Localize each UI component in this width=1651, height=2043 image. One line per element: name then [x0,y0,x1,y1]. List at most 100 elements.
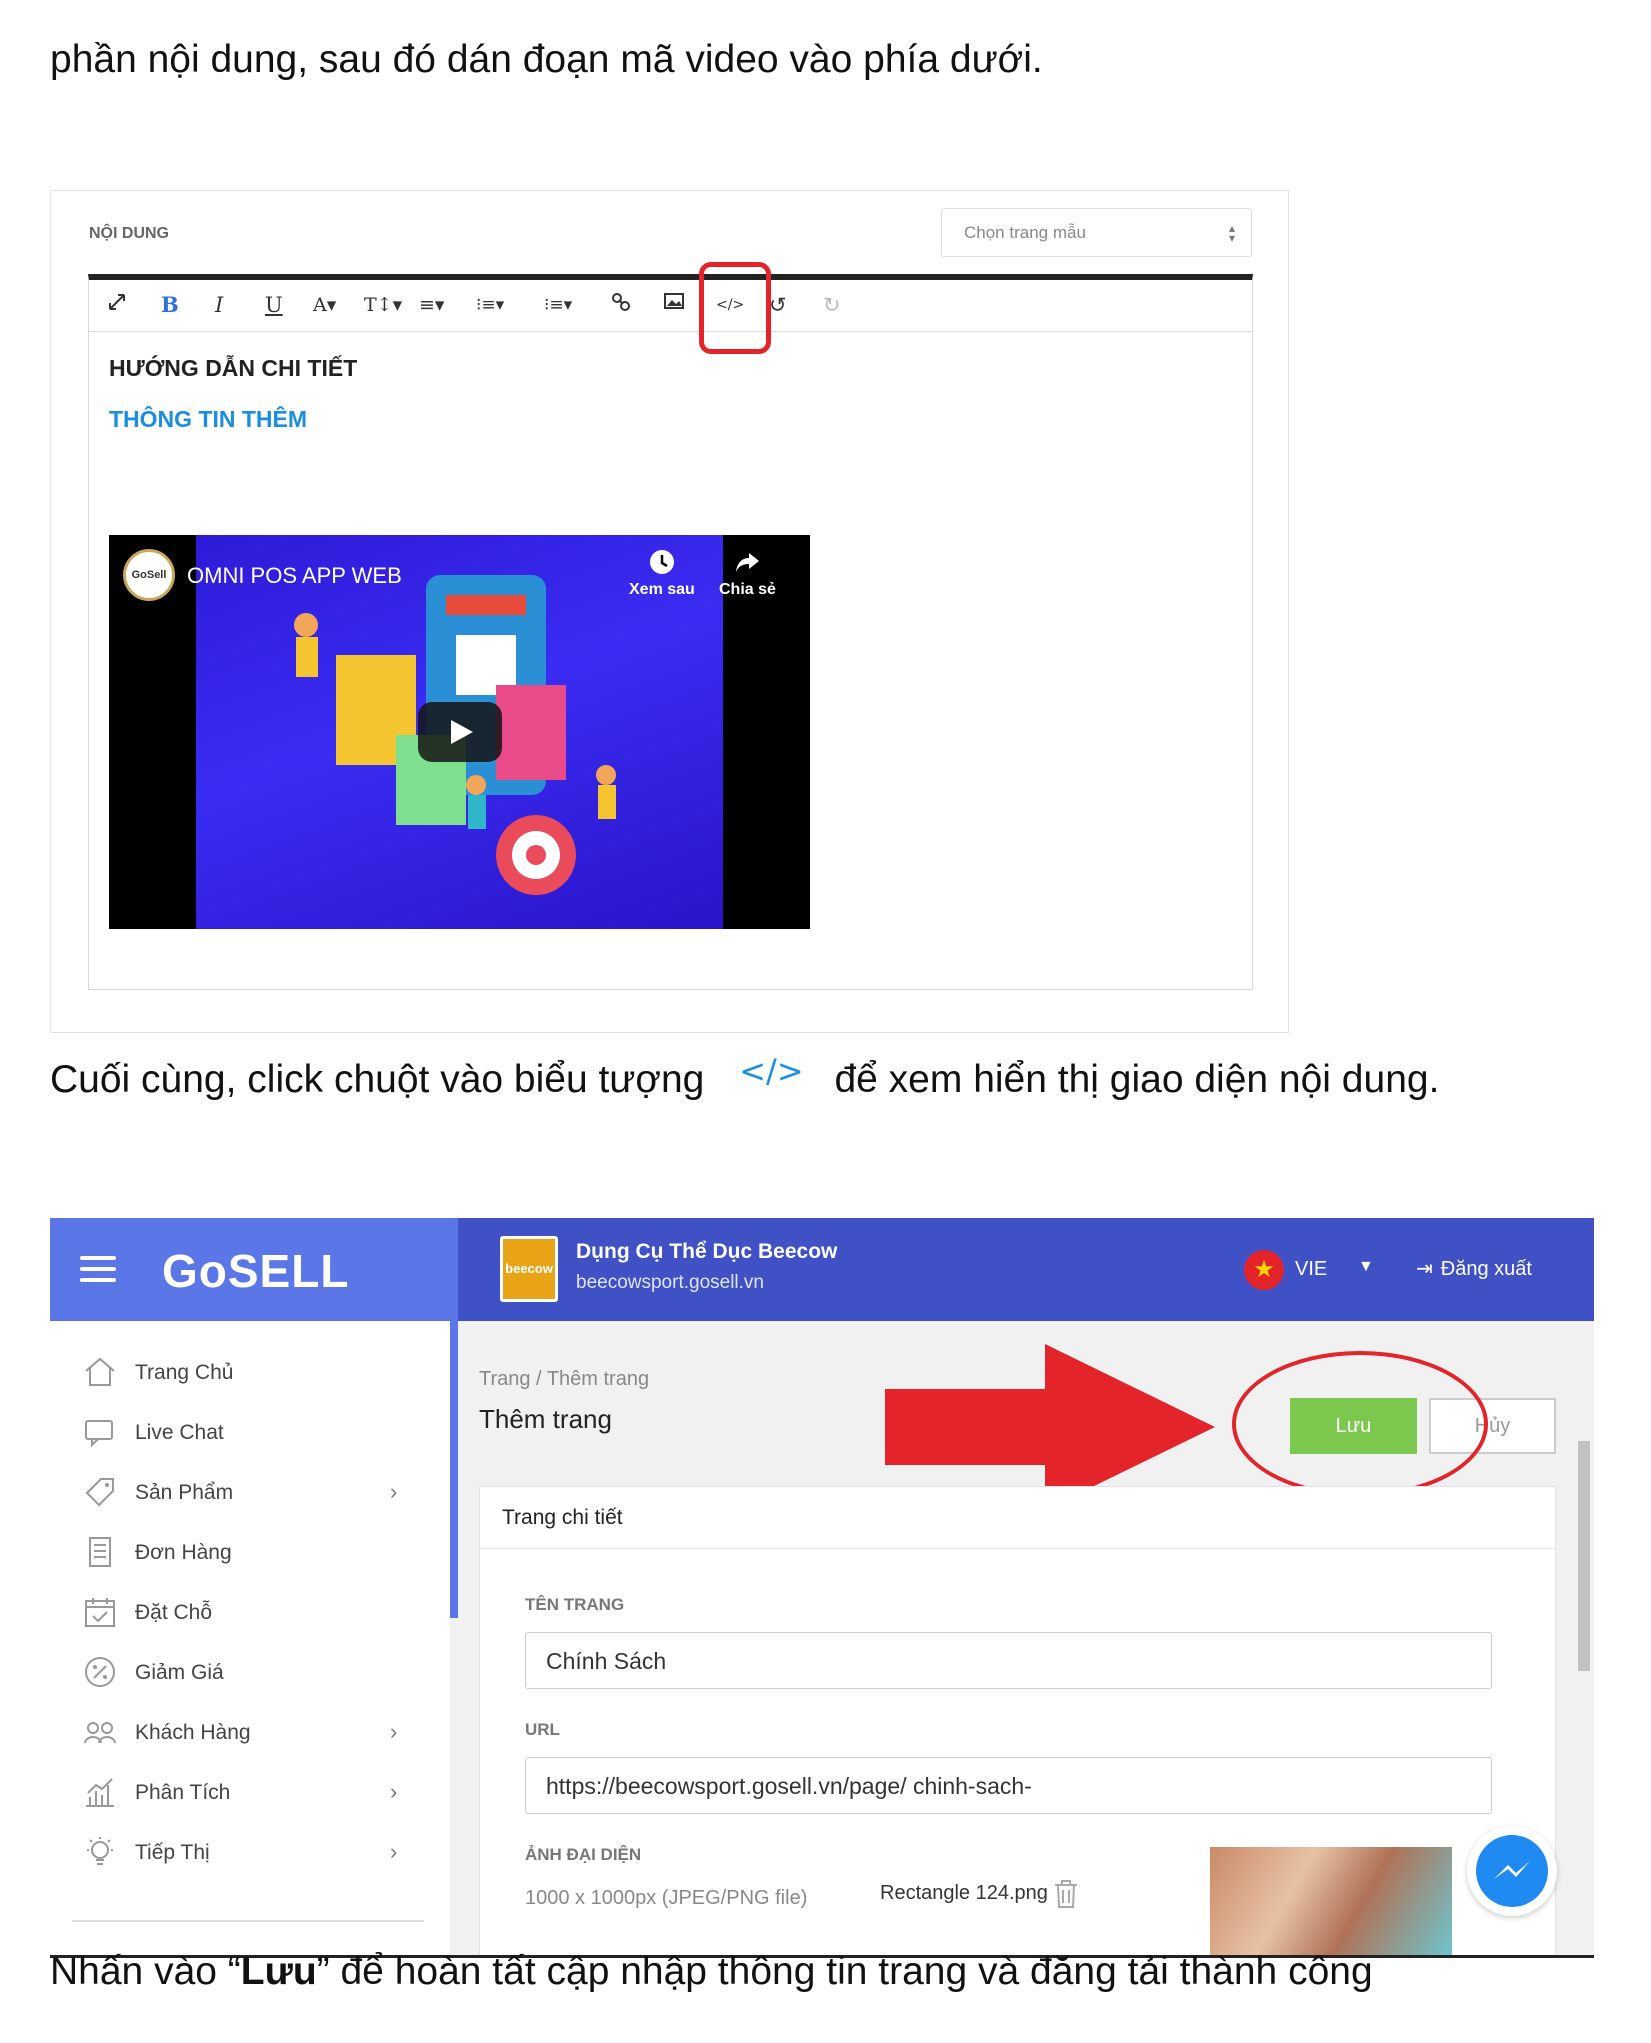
watch-later-button[interactable]: Xem sau [629,549,695,599]
more-info-link[interactable]: THÔNG TIN THÊM [109,406,357,433]
final-step-paragraph: Cuối cùng, click chuột vào biểu tượng </… [50,1052,1440,1102]
code-button-highlight [699,262,771,354]
save-step-text-before: Nhấn vào “ [50,1950,241,1993]
store-logo: beecow [500,1236,558,1302]
featured-image-thumbnail [1210,1847,1452,1955]
sidebar-item[interactable]: Đơn Hàng [50,1523,450,1583]
detail-heading: HƯỚNG DẪN CHI TIẾT [109,355,358,381]
sidebar-item[interactable]: Tiếp Thị › [50,1823,450,1883]
font-size-button[interactable]: T↕▾ [364,292,402,318]
sidebar-item-label: Tiếp Thị [135,1841,210,1864]
undo-icon[interactable]: ↺ [769,292,787,318]
editor-body[interactable]: HƯỚNG DẪN CHI TIẾT THÔNG TIN THÊM [109,355,357,433]
italic-button[interactable]: I [215,292,223,318]
watch-later-label: Xem sau [629,581,695,598]
discount-icon [83,1655,117,1689]
trash-icon[interactable] [1053,1879,1079,1914]
editor-toolbar: B I U A▾ T↕▾ ≡▾ ⁝≡▾ ⁝≡▾ </> ↺ ↻ [89,262,1252,354]
sidebar-divider [72,1920,424,1922]
sidebar-item[interactable]: Giảm Giá [50,1643,450,1703]
page-title: Thêm trang [479,1404,612,1434]
final-step-text-after: để xem hiển thị giao diện nội dung. [834,1058,1440,1101]
scrollbar-thumb[interactable] [1578,1441,1590,1671]
channel-logo: GoSell [123,549,175,601]
ordered-list-button[interactable]: ⁝≡▾ [476,292,504,318]
share-button[interactable]: Chia sẻ [719,549,776,599]
chevron-down-icon[interactable]: ▼ [1358,1258,1374,1276]
scrollbar[interactable] [1576,1321,1594,1955]
analytics-icon [83,1775,117,1809]
sidebar-item[interactable]: Khách Hàng › [50,1703,450,1763]
share-label: Chia sẻ [719,581,776,598]
logout-label: Đăng xuất [1440,1258,1532,1280]
select-arrows-icon: ▴ ▾ [1228,221,1235,245]
order-icon [83,1535,117,1569]
save-step-bold: Lưu [240,1950,317,1993]
sidebar-item-label: Khách Hàng [135,1721,251,1744]
store-url[interactable]: beecowsport.gosell.vn [576,1272,764,1294]
sidebar-item[interactable]: Phân Tích › [50,1763,450,1823]
marketing-icon [83,1835,117,1869]
bold-button[interactable]: B [161,292,179,318]
card-header: Trang chi tiết [480,1487,1555,1549]
store-name: Dụng Cụ Thể Dục Beecow [576,1240,838,1263]
chevron-right-icon: › [390,1779,398,1804]
page-name-label: TÊN TRANG [525,1595,625,1614]
gosell-logo: GoSELL [162,1245,350,1297]
url-input[interactable]: https://beecowsport.gosell.vn/page/ chin… [525,1757,1492,1814]
template-select[interactable]: Chọn trang mẫu ▴ ▾ [941,208,1252,257]
link-icon[interactable] [611,292,631,318]
sidebar-item-label: Đơn Hàng [135,1541,232,1564]
video-title[interactable]: OMNI POS APP WEB [187,563,402,589]
fullscreen-icon[interactable] [107,292,127,318]
chevron-right-icon: › [390,1479,398,1504]
logout-icon: ⇥ [1416,1258,1433,1280]
sidebar-item[interactable]: Sản Phẩm › [50,1463,450,1523]
language-selector[interactable]: VIE [1295,1258,1327,1281]
save-button-highlight [1232,1351,1488,1497]
chevron-right-icon: › [390,1719,398,1744]
align-button[interactable]: ≡▾ [419,292,444,318]
sidebar-item-label: Phân Tích [135,1781,231,1804]
messenger-icon[interactable] [1467,1826,1557,1916]
brand-bar: GoSELL [50,1218,458,1321]
image-icon[interactable] [664,292,684,318]
sidebar-item-label: Sản Phẩm [135,1481,234,1504]
bullet-list-button[interactable]: ⁝≡▾ [544,292,572,318]
page-detail-card: Trang chi tiết TÊN TRANG Chính Sách URL … [479,1486,1556,1955]
chat-icon [83,1415,117,1449]
underline-button[interactable]: U [265,292,283,318]
tag-icon [83,1475,117,1509]
chevron-right-icon: › [390,1839,398,1864]
image-label: ẢNH ĐẠI DIỆN [525,1845,642,1864]
sidebar-item[interactable]: Đặt Chỗ [50,1583,450,1643]
logout-button[interactable]: ⇥ Đăng xuất [1416,1256,1532,1281]
sidebar-item-label: Đặt Chỗ [135,1601,213,1624]
sidebar-item[interactable]: Trang Chủ [50,1343,450,1403]
page-name-input[interactable]: Chính Sách [525,1632,1492,1689]
play-icon[interactable] [418,702,502,762]
rich-text-editor: B I U A▾ T↕▾ ≡▾ ⁝≡▾ ⁝≡▾ </> ↺ ↻ HƯỚNG DẪ… [88,262,1253,990]
font-color-button[interactable]: A▾ [313,292,336,318]
sidebar-item-label: Giảm Giá [135,1661,224,1684]
admin-screenshot: GoSELL beecow Dụng Cụ Thể Dục Beecow bee… [50,1218,1594,1958]
breadcrumb[interactable]: Trang / Thêm trang [479,1368,649,1391]
template-select-value: Chọn trang mẫu [964,223,1086,242]
sidebar-item[interactable]: Live Chat [50,1403,450,1463]
save-step-text-after: ” để hoàn tất cập nhập thông tin trang v… [316,1950,1373,1993]
sidebar-item-label: Trang Chủ [135,1361,234,1384]
top-bar: beecow Dụng Cụ Thể Dục Beecow beecowspor… [458,1218,1594,1321]
url-label: URL [525,1720,560,1739]
image-spec: 1000 x 1000px (JPEG/PNG file) [525,1887,808,1909]
final-step-text-before: Cuối cùng, click chuột vào biểu tượng [50,1058,705,1101]
calendar-icon [83,1595,117,1629]
vietnam-flag-icon: ★ [1244,1250,1284,1290]
hamburger-menu-icon[interactable] [80,1256,116,1289]
embedded-video[interactable]: GoSell OMNI POS APP WEB Xem sau Chia sẻ [109,535,810,929]
sidebar-scroll-accent [450,1321,458,1618]
save-step-paragraph: Nhấn vào “Lưu” để hoàn tất cập nhập thôn… [50,1950,1373,1994]
sidebar-item-label: Live Chat [135,1421,224,1444]
redo-icon[interactable]: ↻ [823,292,841,318]
image-filename: Rectangle 124.png [880,1882,1048,1904]
editor-screenshot: NỘI DUNG Chọn trang mẫu ▴ ▾ B I U A▾ T↕▾ … [50,190,1289,1033]
